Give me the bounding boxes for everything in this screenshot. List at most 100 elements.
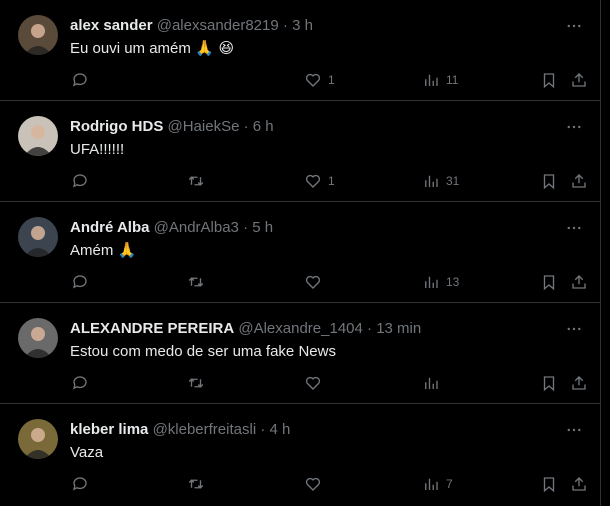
reply-text-body: Amém xyxy=(70,242,114,259)
retweet-icon xyxy=(188,277,204,287)
reply-header: alex sander @alexsander8219 · 3 h xyxy=(70,16,313,36)
author-handle[interactable]: @kleberfreitasli xyxy=(153,421,257,438)
reply-item[interactable]: André Alba @AndrAlba3 · 5 h Amém 🙏 13 xyxy=(0,202,601,303)
avatar[interactable] xyxy=(18,116,58,156)
bookmark-button[interactable] xyxy=(540,371,558,395)
reply-item[interactable]: kleber lima @kleberfreitasli · 4 h Vaza xyxy=(0,404,601,506)
bookmark-button[interactable] xyxy=(540,270,558,294)
views-count: 13 xyxy=(446,275,460,289)
action-bar: 13 xyxy=(0,270,601,294)
timestamp[interactable]: 6 h xyxy=(253,118,274,135)
avatar-image xyxy=(18,15,58,55)
like-button[interactable] xyxy=(304,371,328,395)
bar-chart-icon xyxy=(425,478,438,490)
like-button[interactable]: 1 xyxy=(304,68,335,92)
more-options-icon[interactable] xyxy=(562,14,586,38)
views-count: 7 xyxy=(446,477,453,491)
more-options-icon[interactable] xyxy=(562,418,586,442)
action-bar xyxy=(0,371,601,395)
bookmark-icon xyxy=(543,275,555,291)
reply-button[interactable] xyxy=(71,68,95,92)
bookmark-button[interactable] xyxy=(540,169,558,193)
retweet-button[interactable] xyxy=(187,270,211,294)
like-button[interactable] xyxy=(304,472,328,496)
avatar[interactable] xyxy=(18,419,58,459)
author-name[interactable]: André Alba xyxy=(70,219,149,236)
reply-header: André Alba @AndrAlba3 · 5 h xyxy=(70,218,273,238)
avatar-image xyxy=(18,318,58,358)
reply-text: Estou com medo de ser uma fake News xyxy=(70,341,336,362)
retweet-button[interactable] xyxy=(187,371,211,395)
share-button[interactable] xyxy=(570,270,588,294)
more-options-icon[interactable] xyxy=(562,317,586,341)
avatar[interactable] xyxy=(18,217,58,257)
reply-button[interactable] xyxy=(71,472,95,496)
avatar-image xyxy=(18,217,58,257)
bookmark-icon xyxy=(543,73,555,89)
retweet-button[interactable] xyxy=(187,169,211,193)
views-button[interactable]: 13 xyxy=(422,270,459,294)
like-button[interactable]: 1 xyxy=(304,169,335,193)
share-button[interactable] xyxy=(570,68,588,92)
reply-button[interactable] xyxy=(71,270,95,294)
share-icon xyxy=(572,73,586,87)
timestamp[interactable]: 4 h xyxy=(270,421,291,438)
reply-text-body: Vaza xyxy=(70,444,104,461)
bookmark-button[interactable] xyxy=(540,472,558,496)
views-button[interactable]: 31 xyxy=(422,169,459,193)
share-button[interactable] xyxy=(570,169,588,193)
more-options-icon[interactable] xyxy=(562,115,586,139)
action-bar: 1 11 xyxy=(0,68,601,92)
author-handle[interactable]: @alexsander8219 xyxy=(157,17,279,34)
avatar[interactable] xyxy=(18,15,58,55)
reply-header: Rodrigo HDS @HaiekSe · 6 h xyxy=(70,117,274,137)
share-button[interactable] xyxy=(570,472,588,496)
views-count: 11 xyxy=(446,73,459,87)
heart-icon xyxy=(305,73,321,87)
heart-icon xyxy=(305,275,321,289)
reply-text-body: Eu ouvi um amém xyxy=(70,40,191,57)
reply-button[interactable] xyxy=(71,371,95,395)
replies-feed: alex sander @alexsander8219 · 3 h Eu ouv… xyxy=(0,0,610,506)
author-handle[interactable]: @HaiekSe xyxy=(168,118,240,135)
views-button[interactable] xyxy=(422,371,446,395)
author-name[interactable]: ALEXANDRE PEREIRA xyxy=(70,320,234,337)
like-button[interactable] xyxy=(304,270,328,294)
bookmark-icon xyxy=(543,477,555,493)
avatar-image xyxy=(18,116,58,156)
author-handle[interactable]: @Alexandre_1404 xyxy=(238,320,362,337)
avatar[interactable] xyxy=(18,318,58,358)
retweet-button[interactable] xyxy=(187,472,211,496)
timestamp[interactable]: 3 h xyxy=(292,17,313,34)
views-button[interactable]: 11 xyxy=(422,68,458,92)
author-name[interactable]: alex sander xyxy=(70,17,153,34)
reply-item[interactable]: Rodrigo HDS @HaiekSe · 6 h UFA!!!!!! 1 3… xyxy=(0,101,601,202)
reply-icon xyxy=(72,73,87,87)
timestamp[interactable]: 13 min xyxy=(376,320,421,337)
reply-text: Vaza xyxy=(70,442,103,463)
separator-dot: · xyxy=(243,118,249,135)
share-button[interactable] xyxy=(570,371,588,395)
views-button[interactable]: 7 xyxy=(422,472,453,496)
bookmark-icon xyxy=(543,376,555,392)
timestamp[interactable]: 5 h xyxy=(252,219,273,236)
bar-chart-icon xyxy=(425,377,438,389)
reply-item[interactable]: ALEXANDRE PEREIRA @Alexandre_1404 · 13 m… xyxy=(0,303,601,404)
reply-emoji: 🙏 xyxy=(117,241,137,259)
reply-button[interactable] xyxy=(71,169,95,193)
share-icon xyxy=(572,174,586,188)
author-name[interactable]: kleber lima xyxy=(70,421,148,438)
separator-dot: · xyxy=(282,17,288,34)
reply-text: Amém 🙏 xyxy=(70,240,136,261)
reply-text: UFA!!!!!! xyxy=(70,139,124,160)
reply-item[interactable]: alex sander @alexsander8219 · 3 h Eu ouv… xyxy=(0,0,601,101)
reply-header: ALEXANDRE PEREIRA @Alexandre_1404 · 13 m… xyxy=(70,319,421,339)
author-handle[interactable]: @AndrAlba3 xyxy=(154,219,239,236)
bookmark-button[interactable] xyxy=(540,68,558,92)
reply-text-body: Estou com medo de ser uma fake News xyxy=(70,343,336,360)
heart-icon xyxy=(305,174,321,188)
author-name[interactable]: Rodrigo HDS xyxy=(70,118,163,135)
separator-dot: · xyxy=(367,320,373,337)
more-options-icon[interactable] xyxy=(562,216,586,240)
reply-icon xyxy=(72,174,87,188)
